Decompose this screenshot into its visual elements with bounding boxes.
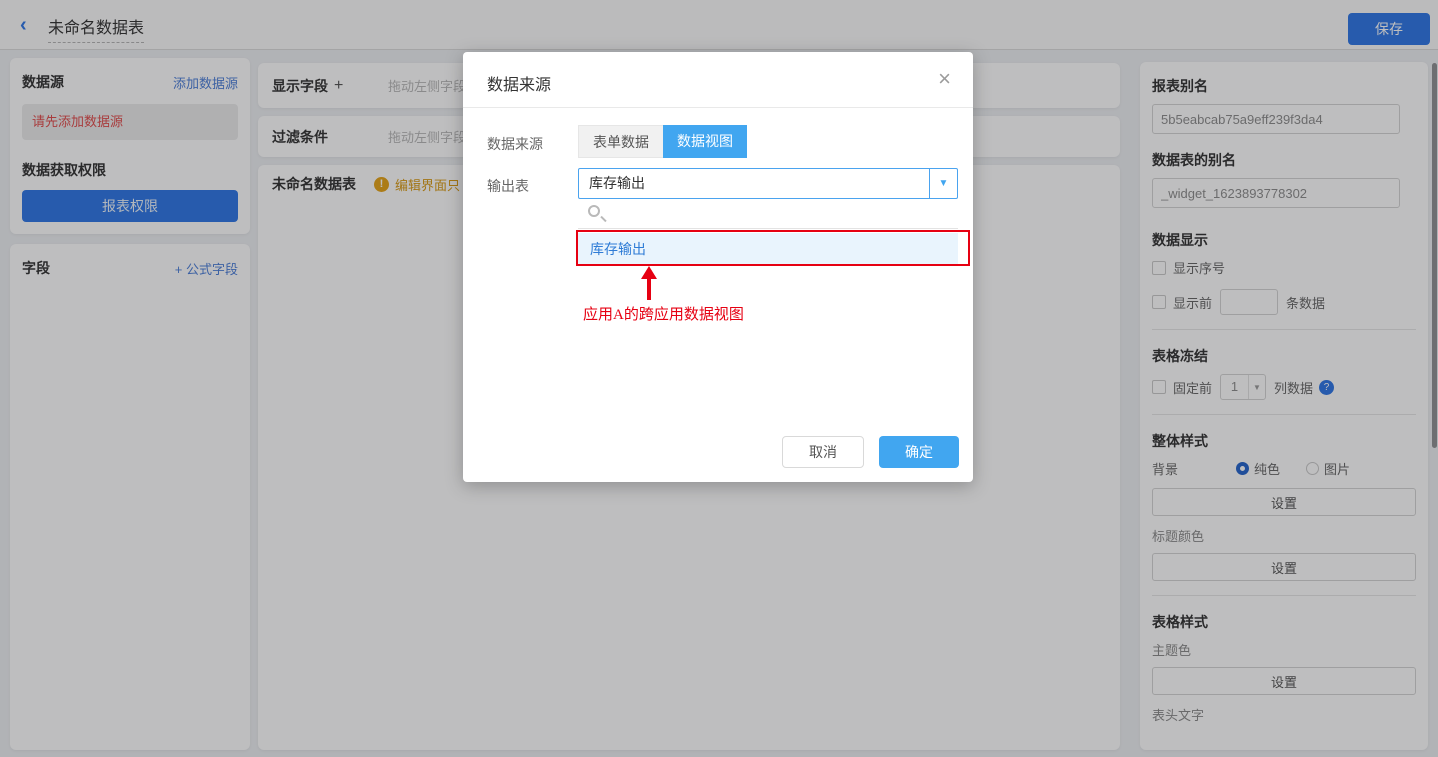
source-type-label: 数据来源 — [487, 134, 543, 154]
annotation-text: 应用A的跨应用数据视图 — [583, 303, 744, 324]
tab-data-view[interactable]: 数据视图 — [663, 125, 747, 158]
cancel-button[interactable]: 取消 — [782, 436, 864, 468]
output-table-value: 库存输出 — [579, 169, 929, 198]
app-root: ‹ 未命名数据表 保存 数据源 添加数据源 请先添加数据源 数据获取权限 报表权… — [0, 0, 1438, 757]
search-icon — [588, 205, 600, 217]
data-source-modal: 数据来源 × 数据来源 表单数据 数据视图 输出表 库存输出 ▼ 库存输出 取消… — [463, 52, 973, 482]
close-icon[interactable]: × — [938, 68, 951, 90]
modal-title: 数据来源 — [487, 71, 551, 95]
output-table-select[interactable]: 库存输出 ▼ — [578, 168, 958, 199]
output-table-label: 输出表 — [487, 176, 529, 196]
dropdown-search-input[interactable] — [578, 202, 958, 229]
chevron-down-icon[interactable]: ▼ — [929, 169, 957, 198]
annotation-highlight-box — [576, 230, 970, 266]
modal-header: 数据来源 × — [463, 52, 973, 108]
confirm-button[interactable]: 确定 — [879, 436, 959, 468]
modal-footer: 取消 确定 — [782, 436, 959, 468]
source-type-tabs: 表单数据 数据视图 — [578, 125, 747, 158]
annotation-arrow-stem — [647, 278, 651, 300]
tab-form-data[interactable]: 表单数据 — [578, 125, 663, 158]
